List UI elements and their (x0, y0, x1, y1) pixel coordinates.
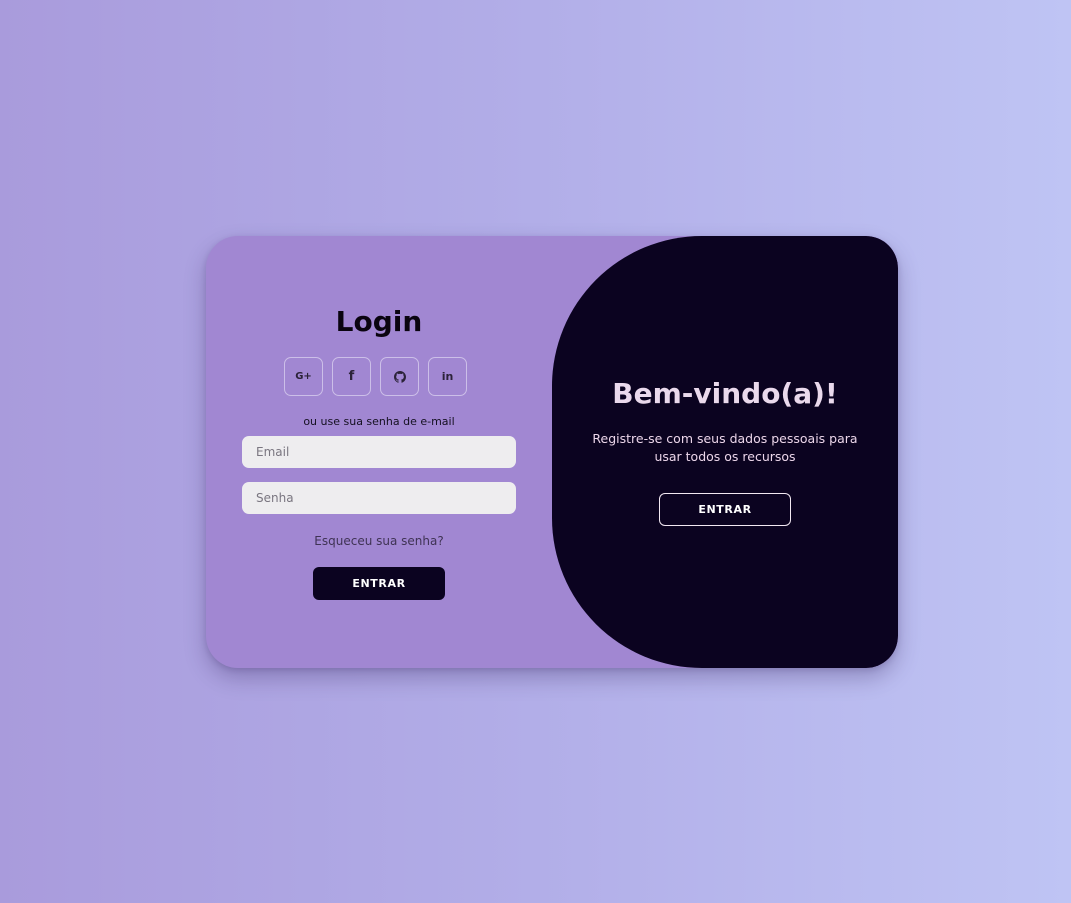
welcome-enter-button[interactable]: ENTRAR (659, 493, 791, 526)
welcome-text: Registre-se com seus dados pessoais para… (592, 431, 858, 464)
linkedin-button[interactable]: in (428, 357, 467, 396)
google-plus-button[interactable]: G+ (284, 357, 323, 396)
welcome-panel: Bem-vindo(a)! Registre-se com seus dados… (552, 236, 898, 668)
social-login-group: G+ f in (284, 357, 467, 396)
login-card: Login G+ f in ou use sua senha de e-mail (206, 236, 898, 668)
facebook-button[interactable]: f (332, 357, 371, 396)
email-field[interactable] (242, 436, 516, 468)
login-panel: Login G+ f in ou use sua senha de e-mail (206, 236, 552, 668)
linkedin-icon: in (441, 370, 454, 383)
welcome-title: Bem-vindo(a)! (612, 377, 838, 410)
google-plus-icon: G+ (295, 371, 312, 382)
login-title: Login (335, 305, 423, 338)
forgot-password-link[interactable]: Esqueceu sua senha? (206, 534, 552, 548)
login-submit-button[interactable]: ENTRAR (313, 567, 445, 600)
email-option-text: ou use sua senha de e-mail (303, 415, 455, 428)
facebook-icon: f (348, 369, 355, 384)
password-field[interactable] (242, 482, 516, 514)
github-icon (393, 370, 406, 383)
github-button[interactable] (380, 357, 419, 396)
